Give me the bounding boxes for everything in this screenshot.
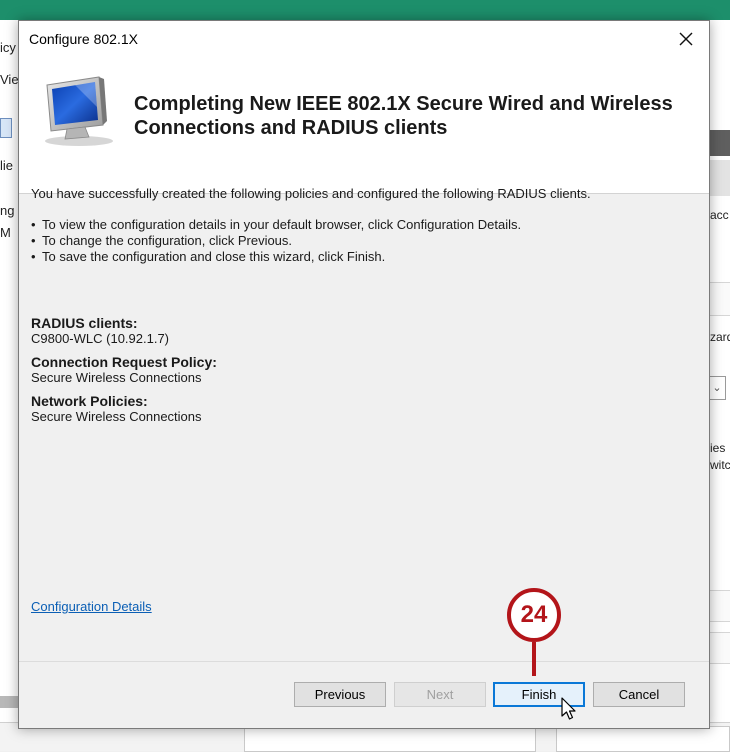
background-toolbar-icon: [0, 118, 12, 138]
background-right-box: [708, 632, 730, 664]
background-right-box: [708, 590, 730, 622]
mouse-pointer-icon: [561, 697, 576, 720]
previous-button[interactable]: Previous: [294, 682, 386, 707]
bullet-glyph: •: [31, 249, 36, 264]
network-policies-value: Secure Wireless Connections: [31, 409, 202, 424]
bullet-glyph: •: [31, 217, 36, 232]
instruction-list: • To view the configuration details in yo…: [31, 217, 697, 265]
cancel-button[interactable]: Cancel: [593, 682, 685, 707]
radius-clients-label: RADIUS clients:: [31, 315, 138, 331]
background-text-fragment: M: [0, 225, 11, 240]
computer-monitor-icon: [45, 76, 113, 146]
footer-divider: [19, 661, 709, 662]
background-text-fragment: zard: [710, 330, 730, 344]
bullet-glyph: •: [31, 233, 36, 248]
instruction-item: • To change the configuration, click Prev…: [31, 233, 697, 249]
background-text-fragment: ies: [710, 441, 726, 455]
step-callout-pointer: [532, 642, 536, 676]
background-bottom-panel: [556, 726, 730, 752]
wizard-page-title: Completing New IEEE 802.1X Secure Wired …: [134, 93, 673, 139]
instruction-text: To change the configuration, click Previ…: [42, 233, 293, 248]
dialog-title-bar: Configure 802.1X: [19, 21, 709, 57]
network-policies-section: Network Policies: Secure Wireless Connec…: [31, 393, 202, 425]
instruction-item: • To view the configuration details in yo…: [31, 217, 697, 233]
connection-request-policy-section: Connection Request Policy: Secure Wirele…: [31, 354, 217, 386]
background-dropdown: ⌄: [708, 376, 726, 400]
next-button[interactable]: Next: [394, 682, 486, 707]
instruction-text: To save the configuration and close this…: [42, 249, 386, 264]
background-text-fragment: ng: [0, 203, 15, 218]
background-text-fragment: icy: [0, 40, 16, 55]
configure-8021x-dialog: Configure 802.1X Completing New IEEE 802…: [18, 20, 710, 729]
radius-clients-value: C9800-WLC (10.92.1.7): [31, 331, 170, 346]
radius-clients-section: RADIUS clients: C9800-WLC (10.92.1.7): [31, 315, 169, 347]
intro-text: You have successfully created the follow…: [31, 186, 591, 201]
instruction-item: • To save the configuration and close thi…: [31, 249, 697, 265]
background-right-subheader: [708, 160, 730, 196]
background-text-fragment: acc: [710, 208, 729, 222]
background-scrollbar: [0, 696, 20, 708]
connection-request-policy-value: Secure Wireless Connections: [31, 370, 202, 385]
configuration-details-link[interactable]: Configuration Details: [31, 599, 152, 614]
background-text-fragment: lie: [0, 158, 14, 173]
connection-request-policy-label: Connection Request Policy:: [31, 354, 217, 370]
background-bottom-panel: [244, 726, 536, 752]
background-left-panel: icy Vie lie ng M: [0, 20, 20, 720]
step-callout-badge: 24: [507, 588, 561, 642]
background-text-fragment: witc: [710, 458, 730, 472]
instruction-text: To view the configuration details in you…: [42, 217, 522, 232]
background-title-bar: [0, 0, 730, 20]
close-button[interactable]: [671, 25, 701, 53]
wizard-body: You have successfully created the follow…: [31, 185, 697, 265]
close-icon: [679, 32, 693, 46]
background-text-fragment: Vie: [0, 72, 19, 87]
background-right-header: [708, 130, 730, 156]
background-right-box: [708, 282, 730, 316]
network-policies-label: Network Policies:: [31, 393, 148, 409]
wizard-header: Completing New IEEE 802.1X Secure Wired …: [19, 57, 709, 194]
dialog-title: Configure 802.1X: [29, 31, 138, 47]
